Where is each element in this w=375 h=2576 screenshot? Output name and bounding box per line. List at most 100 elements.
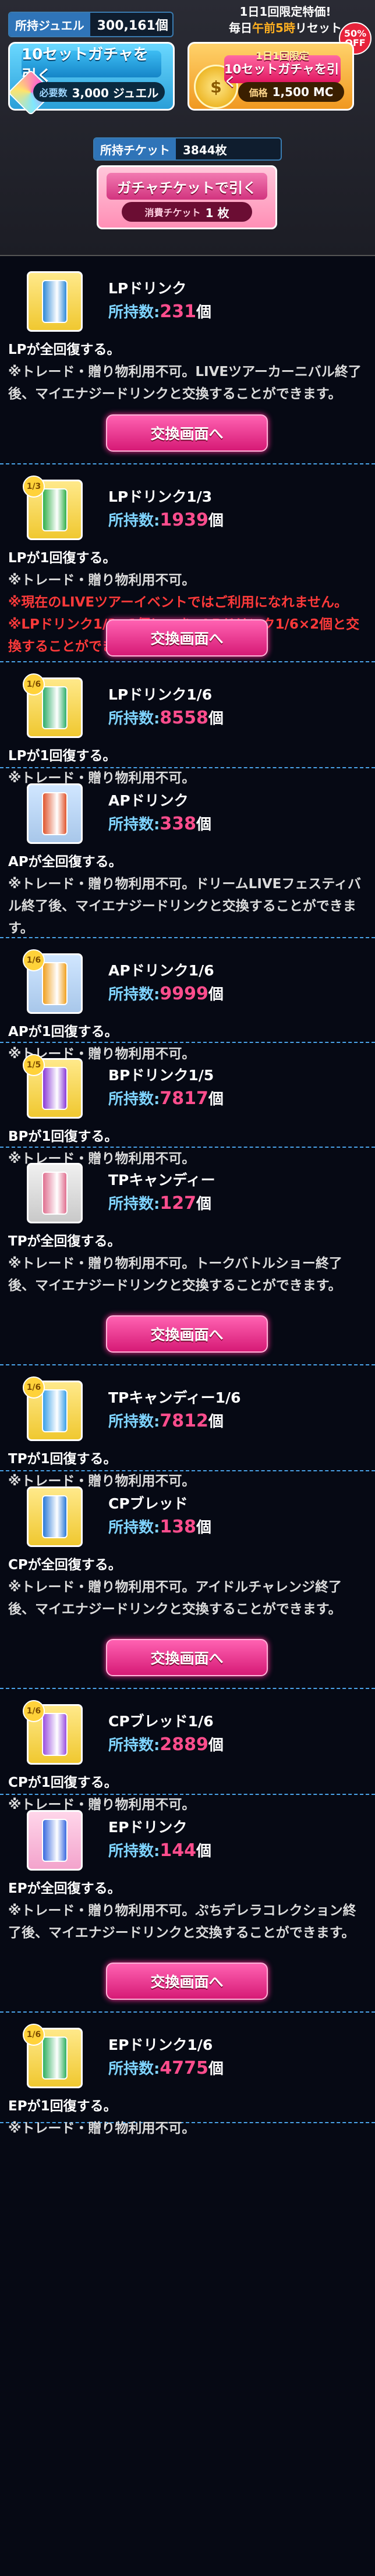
item-row: 1/6 EPドリンク1/6 所持数:4775個 EPが1回復する。 ※トレード・贈り物利… [0, 2013, 375, 2136]
owned-count: 所持数:8558個 [108, 707, 224, 728]
owned-unit: 個 [208, 1413, 224, 1431]
effect-text: TPが全回復する。 [8, 1234, 121, 1249]
item-row: 1/3 LPドリンク1/3 所持数:1939個 LPが1回復する。 ※トレード・贈り物利… [0, 464, 375, 662]
exchange-button[interactable]: 交換画面へ [106, 1639, 268, 1676]
owned-unit: 個 [208, 512, 224, 530]
drink-can-icon [42, 962, 68, 1005]
item-row: LPドリンク 所持数:231個 LPが全回復する。 ※トレード・贈り物利用不可。LIV… [0, 256, 375, 464]
item-icon: 1/6 [23, 1376, 83, 1441]
owned-unit: 個 [196, 816, 212, 833]
drink-can-icon [42, 1819, 68, 1862]
effect-text: LPが全回復する。 [8, 342, 121, 357]
ticket-balance-value: 3844枚 [183, 143, 227, 157]
item-icon: 1/5 [23, 1054, 83, 1119]
effect-text: TPが1回復する。 [8, 1452, 117, 1467]
gacha-10-set-button[interactable]: 10セットガチャを引く 必要数 3,000 ジュエル [8, 42, 175, 116]
note-text: ※トレード・贈り物利用不可。 [8, 573, 196, 588]
item-icon: 1/6 [23, 949, 83, 1014]
gacha-daily-10-set-button[interactable]: $ 1日1回限定 10セットガチャを引く 価格 1,500 MC [188, 42, 354, 111]
owned-count: 所持数:1939個 [108, 509, 224, 530]
owned-unit: 個 [208, 986, 224, 1003]
item-icon [27, 783, 83, 844]
item-name: CPブレッド1/6 [108, 1713, 214, 1730]
effect-text: APが1回復する。 [8, 1024, 118, 1039]
item-name: BPドリンク1/5 [108, 1067, 214, 1084]
owned-key: 所持数: [108, 304, 160, 321]
ticket-gacha-button[interactable]: ガチャチケットで引く 消費チケット 1 枚 [97, 165, 277, 229]
owned-value: 338 [160, 814, 197, 834]
item-row: 1/6 CPブレッド1/6 所持数:2889個 CPが1回復する。 ※トレード・贈り物利… [0, 1689, 375, 1812]
item-row: 1/5 BPドリンク1/5 所持数:7817個 BPが1回復する。 ※トレード・贈り物利… [0, 1043, 375, 1166]
drink-can-icon [42, 1389, 68, 1432]
owned-key: 所持数: [108, 1091, 160, 1108]
effect-text: LPが1回復する。 [8, 748, 116, 764]
exchange-button[interactable]: 交換画面へ [106, 1963, 268, 2000]
owned-unit: 個 [196, 1843, 212, 1860]
reset-prefix: 毎日 [229, 21, 253, 35]
jewel-balance-value: 300,161個 [97, 19, 168, 33]
owned-count: 所持数:4775個 [108, 2057, 224, 2078]
ticket-gacha-label: ガチャチケットで引く [107, 173, 267, 200]
owned-key: 所持数: [108, 816, 160, 833]
owned-key: 所持数: [108, 1519, 160, 1537]
reset-suffix: リセット [295, 21, 342, 35]
owned-key: 所持数: [108, 512, 160, 530]
exchange-button[interactable]: 交換画面へ [106, 1315, 268, 1353]
drink-can-icon [42, 686, 68, 729]
note-text: ※トレード・贈り物利用不可。LIVEツアーカーニバル終了後、マイエナジードリンク… [8, 364, 362, 402]
fraction-badge: 1/5 [23, 1054, 45, 1076]
item-icon [27, 1163, 83, 1223]
gacha-10-set-label: 10セットガチャを引く [22, 46, 161, 85]
note-text: ※トレード・贈り物利用不可。 [8, 2121, 196, 2136]
item-icon: 1/6 [23, 673, 83, 738]
owned-value: 8558 [160, 708, 208, 728]
owned-unit: 個 [196, 1195, 212, 1213]
owned-value: 7817 [160, 1088, 208, 1109]
owned-value: 138 [160, 1517, 197, 1537]
exchange-button[interactable]: 交換画面へ [106, 414, 268, 452]
item-name: CPブレッド [108, 1495, 188, 1512]
note-text: ※トレード・贈り物利用不可。トークバトルショー終了後、マイエナジードリンクと交換… [8, 1256, 342, 1293]
owned-count: 所持数:138個 [108, 1516, 211, 1537]
owned-value: 144 [160, 1840, 197, 1861]
effect-text: CPが1回復する。 [8, 1775, 118, 1790]
owned-unit: 個 [196, 304, 212, 321]
ticket-balance-label: 所持チケット [94, 139, 176, 159]
item-row: 1/6 TPキャンディー1/6 所持数:7812個 TPが1回復する。 ※トレード・贈り… [0, 1365, 375, 1489]
owned-value: 127 [160, 1193, 197, 1214]
effect-text: EPが1回復する。 [8, 2099, 117, 2114]
owned-count: 所持数:7817個 [108, 1087, 224, 1109]
gacha-daily-label-top: 1日1回限定 [256, 51, 309, 62]
note-text: ※トレード・贈り物利用不可。アイドルチャレンジ終了後、マイエナジードリンクと交換… [8, 1580, 342, 1617]
owned-key: 所持数: [108, 1737, 160, 1754]
owned-unit: 個 [208, 2060, 224, 2078]
owned-count: 所持数:2889個 [108, 1733, 224, 1755]
drink-can-icon [42, 2036, 68, 2080]
cost-key: 消費チケット [144, 207, 201, 218]
item-name: LPドリンク [108, 280, 187, 297]
owned-value: 231 [160, 301, 197, 322]
item-row: APドリンク 所持数:338個 APが全回復する。 ※トレード・贈り物利用不可。ドリー… [0, 768, 375, 938]
gacha-10-set-cost: 必要数 3,000 ジュエル [33, 82, 165, 102]
fraction-badge: 1/6 [23, 2024, 45, 2046]
item-icon [27, 271, 83, 332]
note-text: ※トレード・贈り物利用不可。ぷちデレラコレクション終了後、マイエナジードリンクと… [8, 1903, 356, 1940]
owned-count: 所持数:144個 [108, 1839, 211, 1861]
owned-count: 所持数:9999個 [108, 982, 224, 1004]
item-name: APドリンク [108, 792, 189, 809]
owned-unit: 個 [196, 1519, 212, 1537]
owned-unit: 個 [208, 710, 224, 728]
daily-notice-line1: 1日1回限定特価! [239, 5, 331, 19]
owned-key: 所持数: [108, 2060, 160, 2078]
item-name: LPドリンク1/3 [108, 488, 213, 505]
item-row: EPドリンク 所持数:144個 EPが全回復する。 ※トレード・贈り物利用不可。ぷちデ… [0, 1795, 375, 2013]
drink-can-icon [42, 488, 68, 531]
item-icon: 1/6 [23, 1700, 83, 1765]
exchange-button[interactable]: 交換画面へ [106, 619, 268, 657]
item-icon [27, 1810, 83, 1871]
cost-key: 必要数 [39, 87, 68, 98]
item-icon [27, 1486, 83, 1547]
item-row: CPブレッド 所持数:138個 CPが全回復する。 ※トレード・贈り物利用不可。アイド… [0, 1471, 375, 1689]
item-name: TPキャンディー1/6 [108, 1389, 241, 1406]
effect-text: EPが全回復する。 [8, 1881, 121, 1896]
